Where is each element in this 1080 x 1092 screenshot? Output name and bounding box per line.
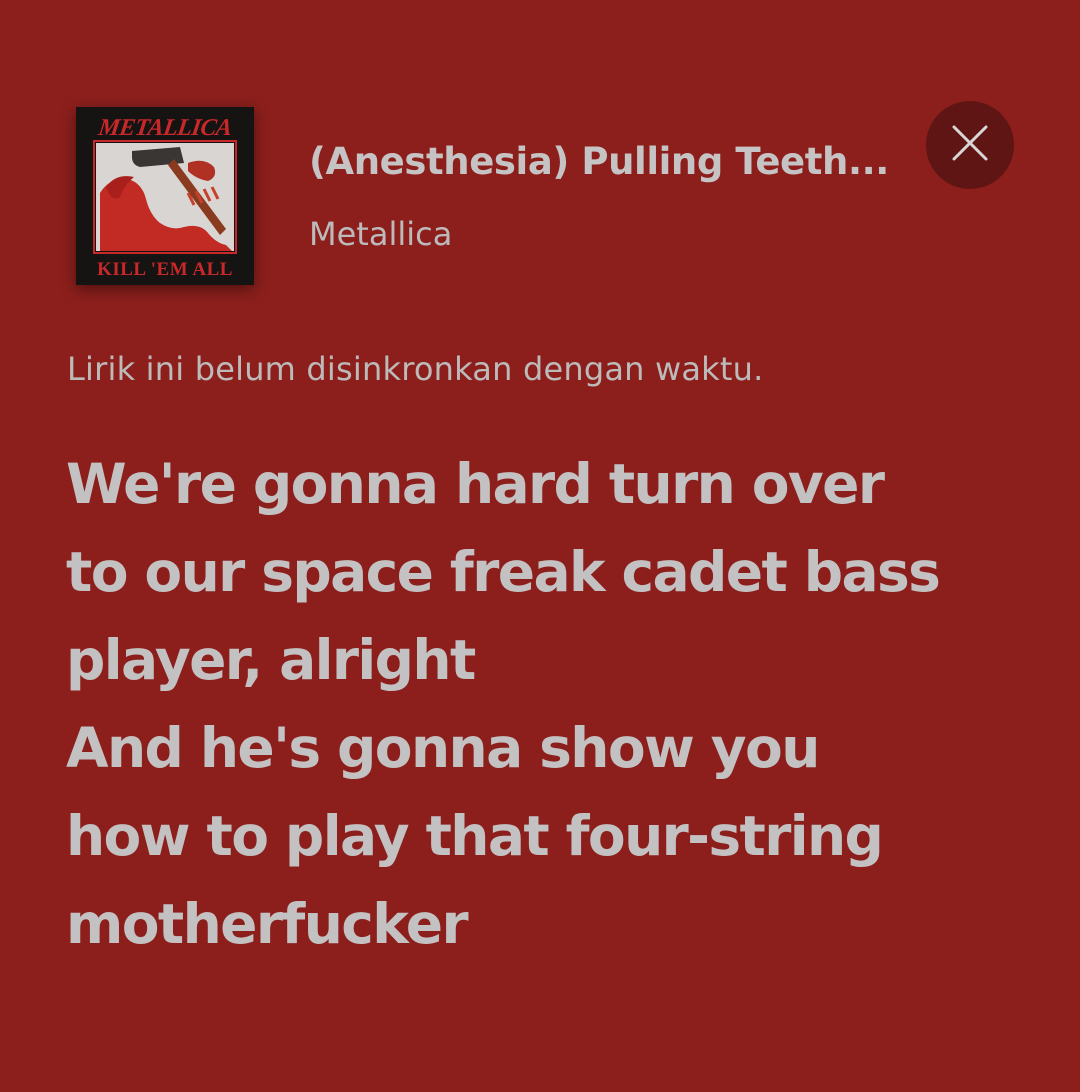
lyric-line: We're gonna hard turn over — [66, 452, 885, 516]
track-title: (Anesthesia) Pulling Teeth... — [309, 140, 889, 183]
lyric-line: motherfucker — [66, 892, 469, 956]
lyric-line: player, alright — [66, 628, 476, 692]
lyrics-sync-note: Lirik ini belum disinkronkan dengan wakt… — [67, 350, 764, 388]
album-band-logo: METALLICA — [96, 115, 234, 141]
lyric-line: how to play that four-string — [66, 804, 884, 868]
lyrics-body: We're gonna hard turn over to our space … — [66, 440, 1046, 968]
lyric-line: to our space freak cadet bass — [66, 540, 941, 604]
close-icon — [951, 124, 989, 166]
track-artist[interactable]: Metallica — [309, 214, 452, 254]
lyrics-header: METALLICA KILL 'EM ALL (Anesthesia) Pull… — [0, 0, 1080, 320]
album-title-logo: KILL 'EM ALL — [97, 259, 233, 280]
lyric-line: And he's gonna show you — [66, 716, 820, 780]
close-button[interactable] — [926, 101, 1014, 189]
album-art: METALLICA KILL 'EM ALL — [76, 107, 254, 285]
